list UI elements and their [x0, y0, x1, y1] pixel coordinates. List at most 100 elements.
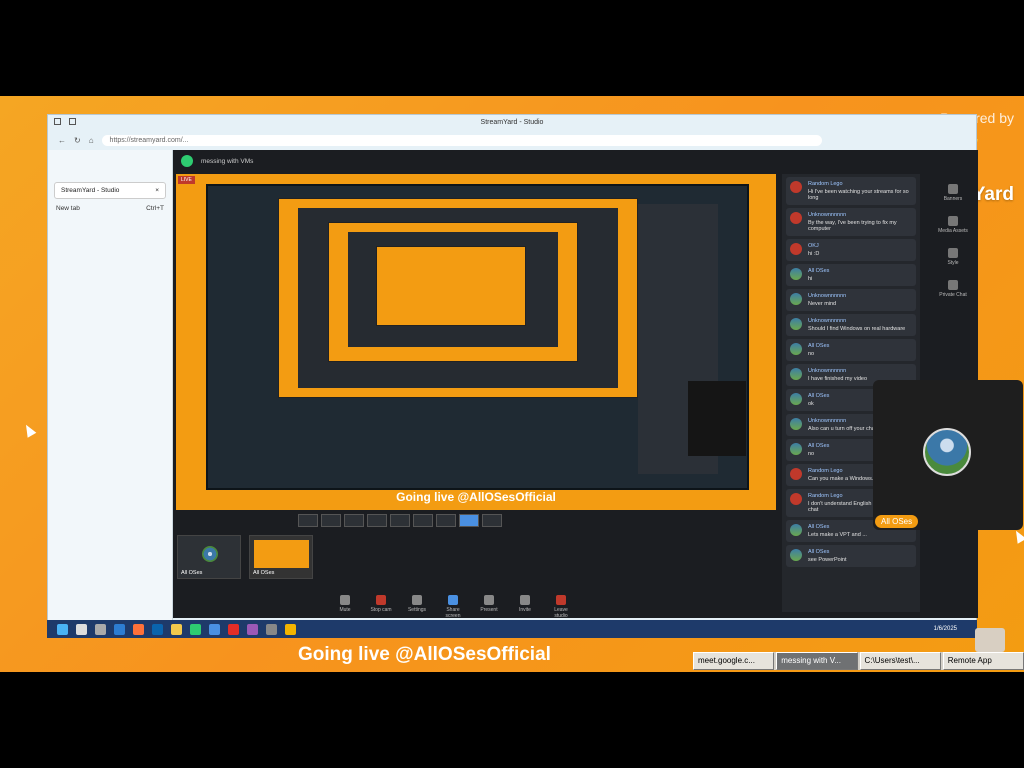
layout-group[interactable] — [321, 514, 341, 527]
avatar — [790, 393, 802, 405]
task-view-icon[interactable] — [95, 623, 106, 635]
stop-cam-label: Stop cam — [370, 607, 392, 613]
layout-split[interactable] — [390, 514, 410, 527]
screen-share-thumb[interactable]: All OSes — [249, 535, 313, 579]
studio-header: messing with VMs — [173, 150, 978, 172]
layout-cinema[interactable] — [436, 514, 456, 527]
canvas-banner: Going live @AllOSesOfficial — [396, 490, 556, 504]
chrome-icon[interactable] — [285, 623, 296, 635]
chat-author: Unknownnnnnn — [808, 368, 847, 374]
rail-banners[interactable]: Banners — [938, 184, 968, 206]
chat-message: Unknownnnnnn Never mind — [786, 289, 916, 311]
settings-label: Settings — [407, 607, 427, 613]
present-button[interactable]: Present — [477, 595, 501, 619]
chat-message: All OSes see PowerPoint — [786, 545, 916, 567]
tab-actions-icon[interactable] — [69, 118, 76, 125]
layout-solo[interactable] — [298, 514, 318, 527]
invite-button[interactable]: Invite — [513, 595, 537, 619]
gear-icon — [412, 595, 422, 605]
url-field[interactable]: https://streamyard.com/... — [101, 134, 822, 146]
palette-icon — [948, 248, 958, 258]
rail-label: Media Assets — [938, 228, 968, 234]
firefox-icon[interactable] — [133, 623, 144, 635]
add-user-icon — [520, 595, 530, 605]
new-tab-button[interactable]: New tab Ctrl+T — [56, 205, 164, 212]
tab-label: StreamYard - Studio — [61, 187, 120, 194]
remote-task-remote-app[interactable]: Remote App — [942, 652, 1024, 670]
mute-button[interactable]: Mute — [333, 595, 357, 619]
youtube-icon[interactable] — [228, 623, 239, 635]
stop-cam-button[interactable]: Stop cam — [369, 595, 393, 619]
sidebar-toggle-icon[interactable] — [54, 118, 61, 125]
vmware-icon[interactable] — [209, 623, 220, 635]
layout-leader[interactable] — [344, 514, 364, 527]
chat-text: hi — [808, 276, 813, 282]
mail-icon[interactable] — [152, 623, 163, 635]
back-icon[interactable]: ← — [58, 136, 66, 145]
new-tab-label: New tab — [56, 205, 80, 212]
camera-name-tag: All OSes — [875, 515, 919, 528]
mute-label: Mute — [339, 607, 351, 613]
paint-icon[interactable] — [247, 623, 258, 635]
chat-message: All OSes no — [786, 339, 916, 361]
leave-studio-button[interactable]: Leave studio — [549, 595, 573, 619]
avatar — [790, 524, 802, 536]
layout-pip[interactable] — [413, 514, 433, 527]
edge-icon[interactable] — [190, 623, 201, 635]
new-tab-shortcut: Ctrl+T — [146, 205, 164, 212]
avatar — [790, 368, 802, 380]
remote-task-explorer[interactable]: C:\Users\test\... — [859, 652, 941, 670]
remote-task-meet[interactable]: meet.google.c... — [693, 652, 775, 670]
start-icon[interactable] — [57, 623, 68, 635]
tab-streamyard-studio[interactable]: StreamYard - Studio × — [54, 182, 166, 199]
chat-author: OKJ — [808, 243, 819, 249]
rail-style[interactable]: Style — [938, 248, 968, 270]
chat-text: By the way, I've been trying to fix my c… — [808, 220, 897, 232]
layout-grid[interactable] — [367, 514, 387, 527]
chat-text: Lets make a VPT and ... — [808, 532, 867, 538]
chat-message: OKJ hi :D — [786, 239, 916, 261]
present-label: Present — [480, 607, 498, 613]
avatar — [790, 181, 802, 193]
close-tab-icon[interactable]: × — [155, 187, 159, 194]
layout-picker — [298, 514, 502, 527]
chat-author: Random Lego — [808, 181, 843, 187]
remote-task-studio[interactable]: messing with V... — [776, 652, 858, 670]
home-icon[interactable]: ⌂ — [89, 136, 94, 145]
invite-label: Invite — [519, 607, 531, 613]
reload-icon[interactable]: ↻ — [74, 136, 81, 145]
live-badge: LIVE — [178, 176, 195, 184]
chat-text: Should I find Windows on real hardware — [808, 326, 906, 332]
chat-message: Unknownnnnnn Should I find Windows on rea… — [786, 314, 916, 336]
avatar — [790, 243, 802, 255]
layout-screen-selected[interactable] — [459, 514, 479, 527]
participant-name: All OSes — [181, 570, 203, 576]
camera-icon — [376, 595, 386, 605]
store-icon[interactable] — [114, 623, 125, 635]
participant-thumb[interactable]: All OSes — [177, 535, 241, 579]
exit-icon — [556, 595, 566, 605]
participant-thumbs: All OSes All OSes — [173, 535, 313, 579]
explorer-icon[interactable] — [171, 623, 182, 635]
share-screen-button[interactable]: Share screen — [441, 595, 465, 619]
chat-message: Unknownnnnnn By the way, I've been trying… — [786, 208, 916, 236]
windows-taskbar: 1/6/2025 — [47, 620, 977, 638]
layout-fullscreen[interactable] — [482, 514, 502, 527]
rail-private-chat[interactable]: Private Chat — [938, 280, 968, 302]
stream-stage: Powered by StreamYard $ StreamYard - Stu… — [0, 96, 1024, 672]
stream-banner: Going live @AllOSesOfficial — [298, 644, 551, 665]
settings-icon[interactable] — [266, 623, 277, 635]
address-bar-row: ← ↻ ⌂ https://streamyard.com/... — [48, 130, 976, 150]
rail-media[interactable]: Media Assets — [938, 216, 968, 238]
rail-label: Style — [947, 260, 959, 266]
search-icon[interactable] — [76, 623, 87, 635]
studio-logo-icon — [181, 155, 193, 167]
chat-author: Unknownnnnnn — [808, 212, 847, 218]
settings-button[interactable]: Settings — [405, 595, 429, 619]
avatar — [923, 428, 971, 476]
window-title: StreamYard - Studio — [480, 119, 544, 126]
present-icon — [484, 595, 494, 605]
chat-message: All OSes hi — [786, 264, 916, 286]
chat-icon — [948, 280, 958, 290]
user-icon[interactable] — [975, 628, 1005, 652]
